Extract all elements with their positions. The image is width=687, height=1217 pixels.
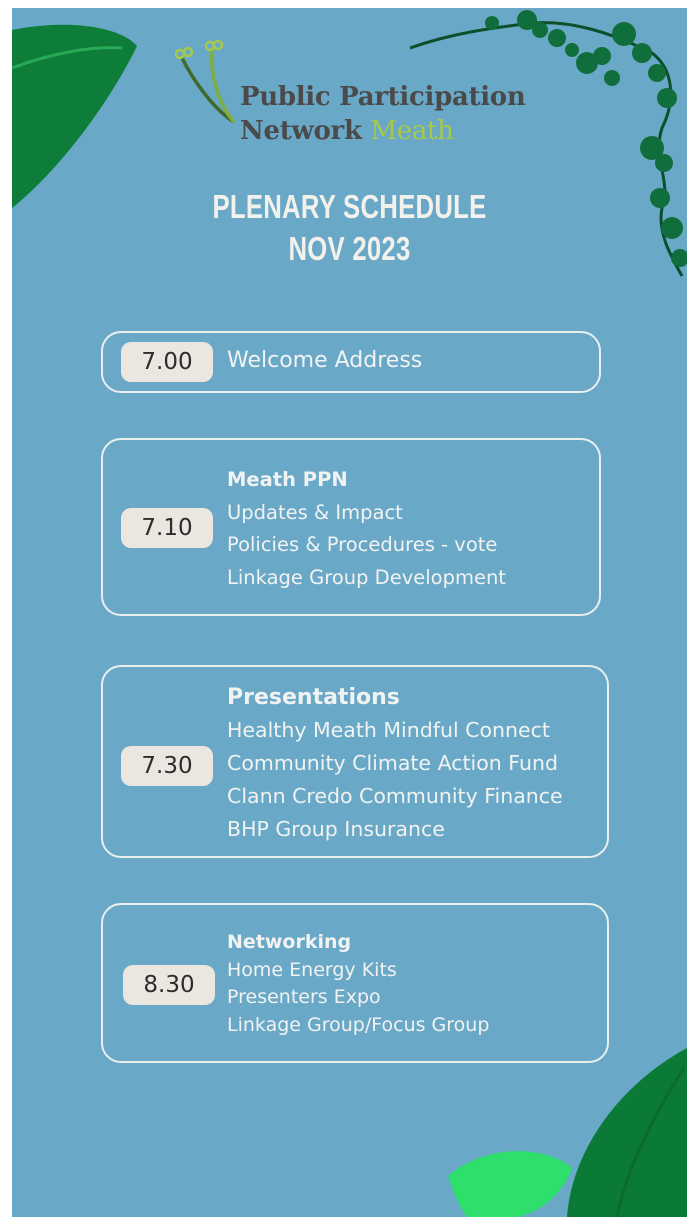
schedule-line: Home Energy Kits	[227, 958, 397, 981]
schedule-line: Healthy Meath Mindful Connect	[227, 718, 550, 742]
schedule-item-text: Networking Home Energy Kits Presenters E…	[227, 929, 489, 1039]
time-badge: 8.30	[123, 965, 215, 1005]
leaf-bottom-light	[448, 1151, 572, 1217]
logo: Public Participation Network Meath	[172, 38, 552, 158]
logo-line-2: Network Meath	[240, 116, 454, 146]
time-badge: 7.30	[121, 746, 213, 786]
logo-line-1: Public Participation	[240, 82, 526, 112]
time-badge: 7.10	[121, 508, 213, 548]
schedule-line: Clann Credo Community Finance	[227, 784, 563, 808]
schedule-line: Policies & Procedures - vote	[227, 533, 498, 556]
schedule-item: 7.00 Welcome Address	[101, 331, 601, 393]
schedule-title: Presentations	[227, 685, 400, 710]
schedule-item-text: Meath PPN Updates & Impact Policies & Pr…	[227, 464, 506, 594]
page-subtitle: NOV 2023	[288, 230, 411, 267]
schedule-line: Presenters Expo	[227, 986, 381, 1008]
logo-meath-text: Meath	[370, 116, 454, 146]
time-badge: 7.00	[121, 342, 213, 382]
page-title: PLENARY SCHEDULE	[212, 188, 487, 225]
schedule-title: Meath PPN	[227, 468, 348, 491]
schedule-line: Community Climate Action Fund	[227, 751, 558, 775]
schedule-line: Updates & Impact	[227, 500, 403, 524]
schedule-line: Linkage Group Development	[227, 565, 506, 589]
schedule-item: 8.30 Networking Home Energy Kits Present…	[101, 903, 609, 1063]
logo-sprout-icon	[174, 39, 236, 124]
schedule-line: BHP Group Insurance	[227, 817, 445, 841]
logo-network-text: Network	[240, 116, 362, 146]
poster: Public Participation Network Meath PLENA…	[12, 8, 687, 1217]
schedule-item: 7.30 Presentations Healthy Meath Mindful…	[101, 665, 609, 858]
schedule-item-text: Welcome Address	[227, 348, 422, 373]
leaf-bottom-right	[567, 1048, 687, 1217]
schedule-line: Linkage Group/Focus Group	[227, 1013, 490, 1036]
schedule-item-text: Presentations Healthy Meath Mindful Conn…	[227, 681, 563, 846]
schedule-line: Welcome Address	[227, 348, 423, 373]
schedule-title: Networking	[227, 931, 352, 953]
schedule-item: 7.10 Meath PPN Updates & Impact Policies…	[101, 438, 601, 616]
